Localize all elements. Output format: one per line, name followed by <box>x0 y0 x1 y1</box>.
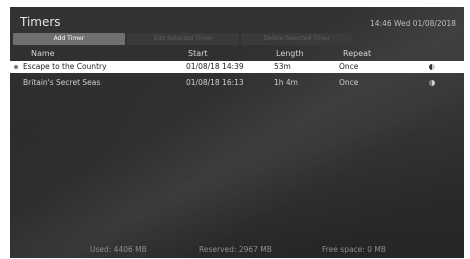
timer-repeat: Once <box>339 78 359 87</box>
column-header-start: Start <box>188 49 208 58</box>
column-header-repeat: Repeat <box>343 49 372 58</box>
timer-row[interactable]: Escape to the Country 01/08/18 14:39 53m… <box>10 61 464 73</box>
edit-selected-timer-button[interactable]: Edit Selected Timer <box>127 33 239 45</box>
timers-screen: Timers 14:46 Wed 01/08/2018 Add Timer Ed… <box>10 7 464 258</box>
selection-dot-icon <box>14 65 18 69</box>
timer-repeat: Once <box>339 62 359 71</box>
used-space: Used: 4406 MB <box>90 245 147 254</box>
timer-name: Escape to the Country <box>23 62 107 71</box>
column-header-length: Length <box>276 49 304 58</box>
timer-length: 1h 4m <box>274 78 298 87</box>
column-header-name: Name <box>31 49 55 58</box>
timer-name: Britain's Secret Seas <box>23 78 101 87</box>
free-space: Free space: 0 MB <box>322 245 386 254</box>
clock-date: 14:46 Wed 01/08/2018 <box>370 19 456 28</box>
timer-row[interactable]: Britain's Secret Seas 01/08/18 16:13 1h … <box>10 77 464 89</box>
add-timer-button[interactable]: Add Timer <box>13 33 125 45</box>
reserved-space: Reserved: 2967 MB <box>199 245 272 254</box>
record-half-icon <box>429 64 435 70</box>
timer-start: 01/08/18 14:39 <box>186 62 244 71</box>
record-half-icon <box>429 80 435 86</box>
delete-selected-timer-button[interactable]: Delete Selected Timer <box>241 33 353 45</box>
page-title: Timers <box>20 15 61 29</box>
timer-length: 53m <box>274 62 291 71</box>
timer-start: 01/08/18 16:13 <box>186 78 244 87</box>
